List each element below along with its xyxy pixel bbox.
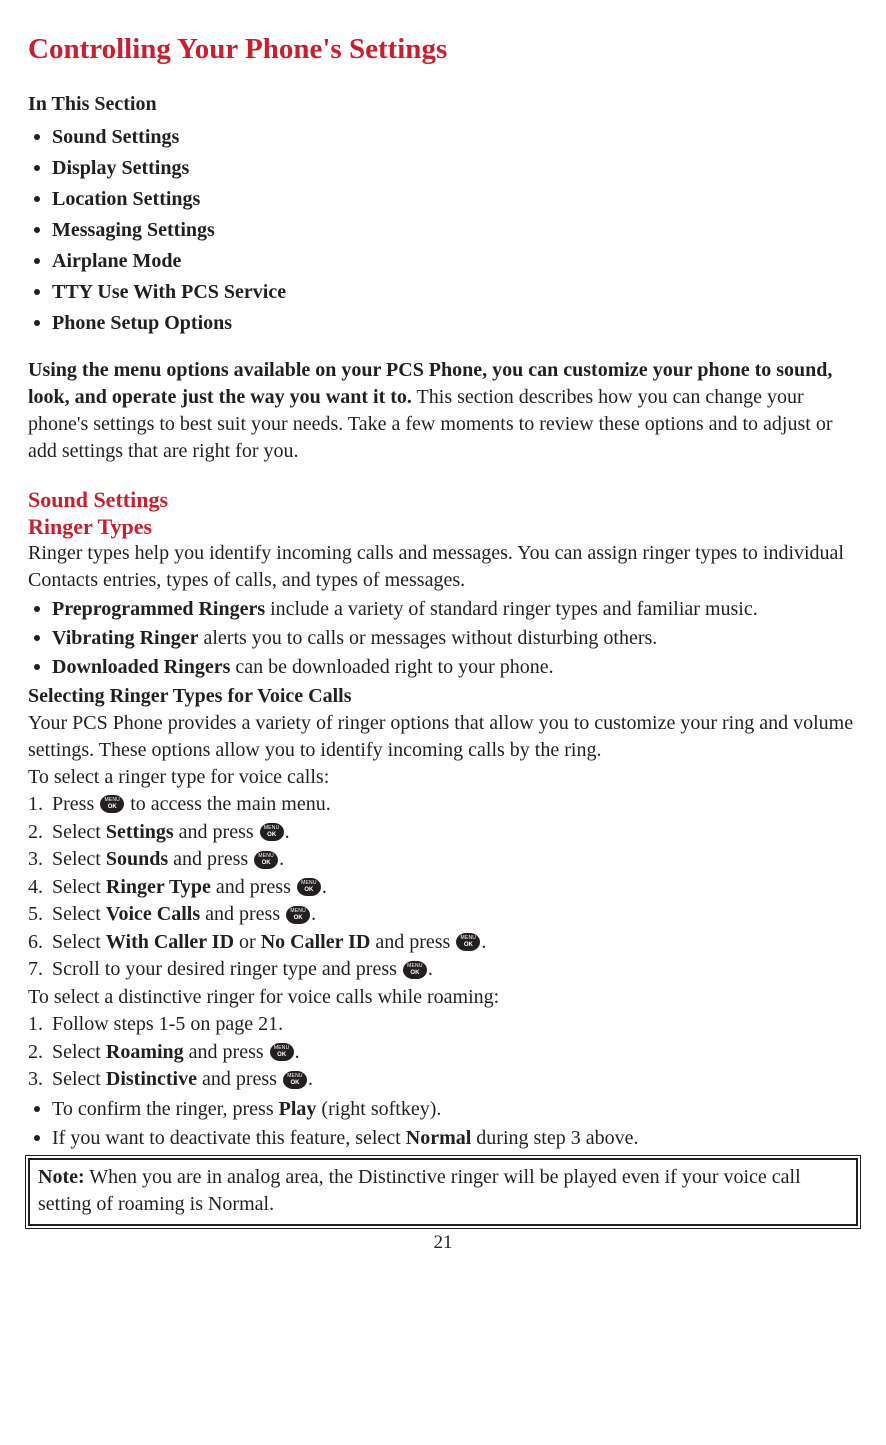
step-text: and press <box>168 848 253 870</box>
period: . <box>295 1041 300 1063</box>
step-bold: With Caller ID <box>106 931 234 953</box>
page-title: Controlling Your Phone's Settings <box>28 30 858 69</box>
step-text: and press <box>370 931 455 953</box>
section-heading-sound: Sound Settings <box>28 487 858 513</box>
step-text: and press <box>200 903 285 925</box>
period: . <box>279 848 284 870</box>
toc-list: Sound Settings Display Settings Location… <box>28 122 858 339</box>
preprogrammed-text: include a variety of standard ringer typ… <box>265 598 758 620</box>
list-item: To confirm the ringer, press Play (right… <box>28 1096 858 1123</box>
in-this-section-heading: In This Section <box>28 91 858 118</box>
step-bold: No Caller ID <box>261 931 371 953</box>
list-item: If you want to deactivate this feature, … <box>28 1125 858 1152</box>
toc-item: Messaging Settings <box>28 215 858 246</box>
step: Select Roaming and press . <box>28 1039 858 1067</box>
period: . <box>322 876 327 898</box>
step: Press to access the main menu. <box>28 791 858 819</box>
menu-ok-icon <box>270 1043 294 1061</box>
toc-item: Location Settings <box>28 184 858 215</box>
ringer-types-list: Preprogrammed Ringers include a variety … <box>28 596 858 681</box>
text: To confirm the ringer, press <box>52 1098 279 1120</box>
step-text: and press <box>211 876 296 898</box>
vibrating-label: Vibrating Ringer <box>52 627 198 649</box>
step-bold: Voice Calls <box>106 903 200 925</box>
period: . <box>311 903 316 925</box>
note-box: Note: When you are in analog area, the D… <box>28 1158 858 1226</box>
step-text: Select <box>52 876 106 898</box>
step-text: and press <box>197 1068 282 1090</box>
to-select-roaming-label: To select a distinctive ringer for voice… <box>28 984 858 1011</box>
step: Select Distinctive and press . <box>28 1066 858 1094</box>
step-text: Select <box>52 821 106 843</box>
step-text: Press <box>52 793 99 815</box>
note-label: Note: <box>38 1166 85 1188</box>
text: If you want to deactivate this feature, … <box>52 1127 406 1149</box>
toc-item: Sound Settings <box>28 122 858 153</box>
downloaded-text: can be downloaded right to your phone. <box>230 656 553 678</box>
downloaded-label: Downloaded Ringers <box>52 656 230 678</box>
page-number: 21 <box>28 1230 858 1256</box>
note-text: When you are in analog area, the Distinc… <box>38 1166 801 1215</box>
preprogrammed-label: Preprogrammed Ringers <box>52 598 265 620</box>
period: . <box>481 931 486 953</box>
step: Select Ringer Type and press . <box>28 874 858 902</box>
step: Select Settings and press . <box>28 819 858 847</box>
step: Select Voice Calls and press . <box>28 901 858 929</box>
menu-ok-icon <box>254 851 278 869</box>
step-text: Scroll to your desired ringer type and p… <box>52 958 402 980</box>
step: Select Sounds and press . <box>28 846 858 874</box>
step-bold: Distinctive <box>106 1068 197 1090</box>
selecting-heading: Selecting Ringer Types for Voice Calls <box>28 683 858 710</box>
section-heading-ringer-types: Ringer Types <box>28 514 858 540</box>
normal-label: Normal <box>406 1127 472 1149</box>
step-text: Select <box>52 848 106 870</box>
voice-steps: Press to access the main menu. Select Se… <box>28 791 858 984</box>
period: . <box>285 821 290 843</box>
menu-ok-icon <box>297 878 321 896</box>
step-text: and press <box>184 1041 269 1063</box>
step-bold: Sounds <box>106 848 168 870</box>
step-text: to access the main menu. <box>125 793 331 815</box>
menu-ok-icon <box>403 961 427 979</box>
step: Follow steps 1-5 on page 21. <box>28 1011 858 1039</box>
selecting-paragraph: Your PCS Phone provides a variety of rin… <box>28 710 858 764</box>
menu-ok-icon <box>456 933 480 951</box>
step-text: Select <box>52 1041 106 1063</box>
period: . <box>428 958 433 980</box>
step-text: Select <box>52 903 106 925</box>
menu-ok-icon <box>100 795 124 813</box>
list-item: Vibrating Ringer alerts you to calls or … <box>28 625 858 652</box>
list-item: Downloaded Ringers can be downloaded rig… <box>28 654 858 681</box>
step-bold: Roaming <box>106 1041 184 1063</box>
step-text: and press <box>174 821 259 843</box>
intro-paragraph: Using the menu options available on your… <box>28 357 858 465</box>
vibrating-text: alerts you to calls or messages without … <box>198 627 657 649</box>
ringer-types-paragraph: Ringer types help you identify incoming … <box>28 540 858 594</box>
period: . <box>308 1068 313 1090</box>
step-bold: Ringer Type <box>106 876 211 898</box>
toc-item: TTY Use With PCS Service <box>28 277 858 308</box>
toc-item: Phone Setup Options <box>28 308 858 339</box>
text: (right softkey). <box>316 1098 441 1120</box>
toc-item: Airplane Mode <box>28 246 858 277</box>
step-text: Select <box>52 931 106 953</box>
text: during step 3 above. <box>471 1127 638 1149</box>
step: Select With Caller ID or No Caller ID an… <box>28 929 858 957</box>
toc-item: Display Settings <box>28 153 858 184</box>
step-text: or <box>234 931 261 953</box>
step-bold: Settings <box>106 821 174 843</box>
menu-ok-icon <box>286 906 310 924</box>
list-item: Preprogrammed Ringers include a variety … <box>28 596 858 623</box>
play-label: Play <box>279 1098 317 1120</box>
step: Scroll to your desired ringer type and p… <box>28 956 858 984</box>
step-text: Select <box>52 1068 106 1090</box>
to-select-voice-label: To select a ringer type for voice calls: <box>28 764 858 791</box>
menu-ok-icon <box>283 1071 307 1089</box>
roaming-steps: Follow steps 1-5 on page 21. Select Roam… <box>28 1011 858 1094</box>
menu-ok-icon <box>260 823 284 841</box>
post-steps-list: To confirm the ringer, press Play (right… <box>28 1096 858 1152</box>
